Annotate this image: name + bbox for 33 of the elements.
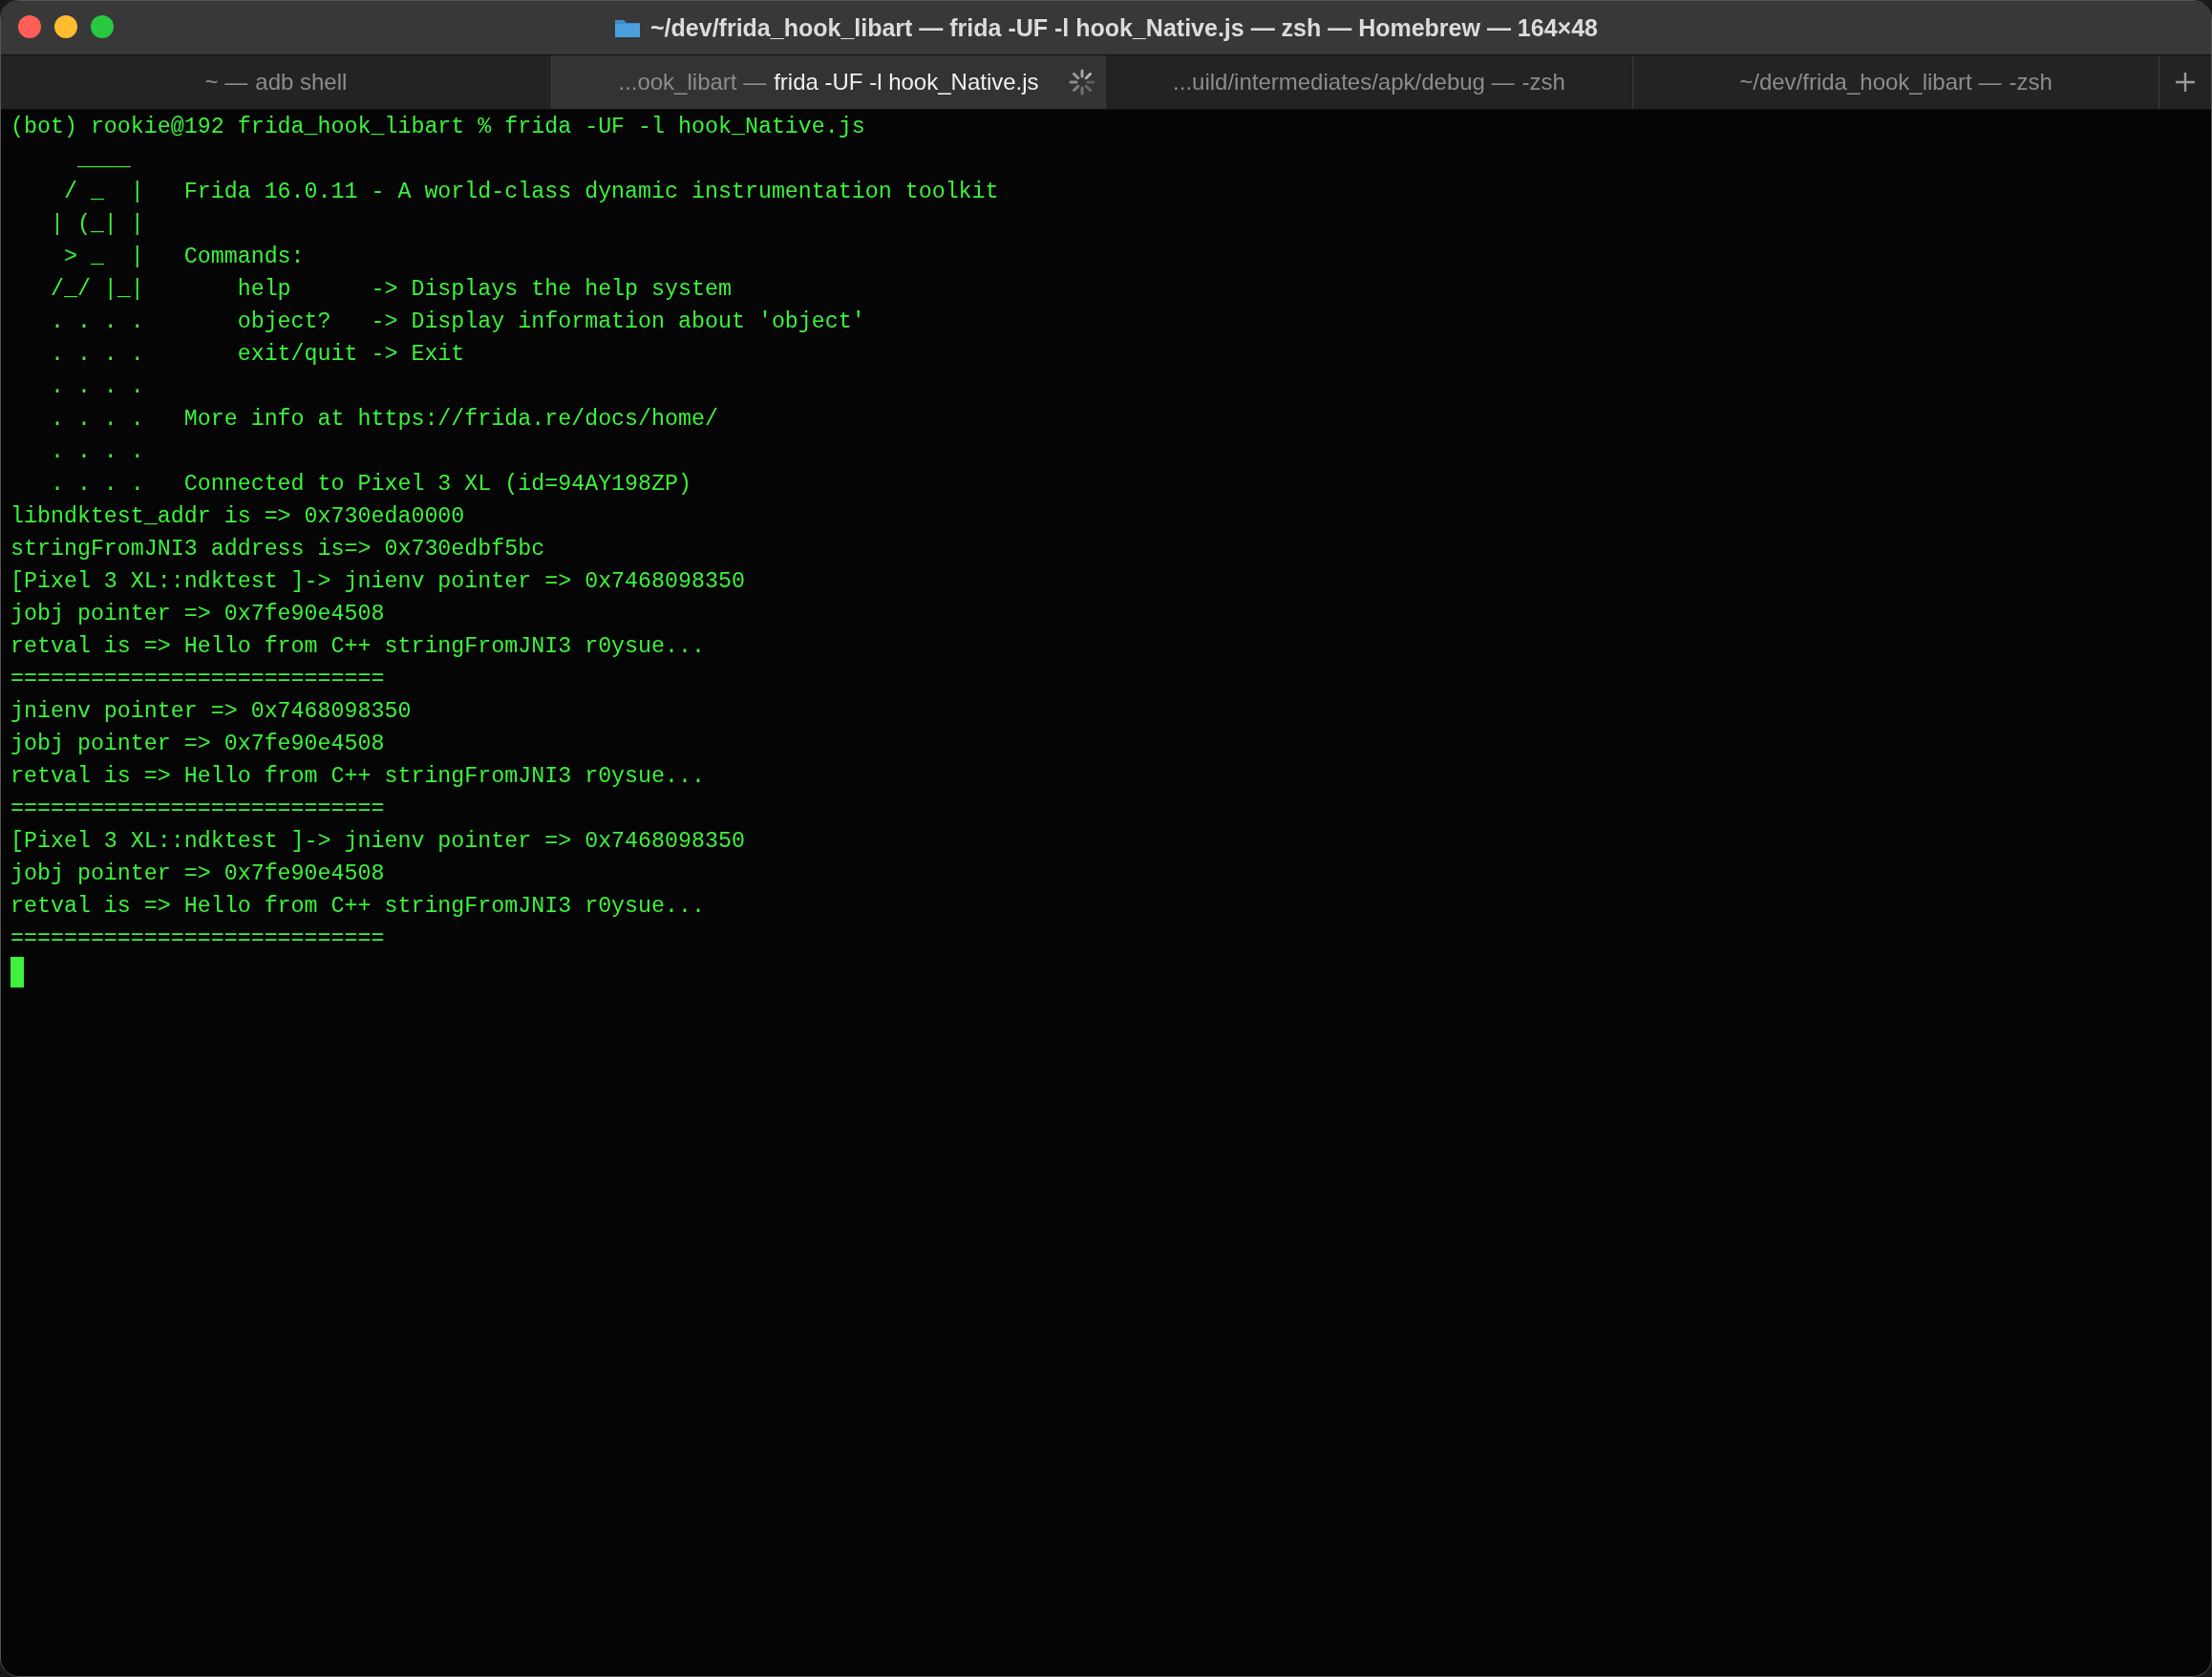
terminal-line: [Pixel 3 XL::ndktest ]-> jnienv pointer => 0x7468098350: [11, 828, 745, 856]
terminal-line: ============================: [11, 666, 385, 693]
terminal-line: jobj pointer => 0x7fe90e4508: [11, 601, 385, 628]
terminal-line: . . . .: [49, 438, 144, 466]
terminal-line: . . . . Connected to Pixel 3 XL (id=94AY198ZP): [49, 471, 691, 499]
terminal-line: . . . . object? -> Display information about 'object': [49, 308, 865, 336]
terminal-line: jobj pointer => 0x7fe90e4508: [11, 860, 385, 888]
terminal-line: . . . . More info at https://frida.re/docs/home/: [49, 406, 718, 434]
terminal-line: retval is => Hello from C++ stringFromJNI3 r0ysue...: [11, 763, 705, 791]
window-title: ~/dev/frida_hook_libart — frida -UF -l hook_Native.js — zsh — Homebrew — 164×48: [650, 13, 1598, 42]
terminal-tab[interactable]: ...ook_libart — frida -UF -l hook_Native.js: [552, 55, 1106, 109]
terminal-line: stringFromJNI3 address is=> 0x730edbf5bc: [11, 536, 545, 563]
terminal-line: libndktest_addr is => 0x730eda0000: [11, 503, 465, 531]
terminal-line: ============================: [11, 925, 385, 953]
terminal-line: /_/ |_| help -> Displays the help system: [49, 276, 732, 304]
terminal-line: [Pixel 3 XL::ndktest ]-> jnienv pointer => 0x7468098350: [11, 568, 745, 596]
terminal-line: jnienv pointer => 0x7468098350: [11, 698, 412, 726]
terminal-line: | (_| |: [49, 211, 144, 239]
close-button[interactable]: [18, 15, 41, 38]
terminal-line: > _ | Commands:: [62, 244, 305, 271]
zoom-button[interactable]: [91, 15, 114, 38]
terminal-line: retval is => Hello from C++ stringFromJNI3 r0ysue...: [11, 893, 705, 921]
terminal-line: / _ | Frida 16.0.11 - A world-class dynamic instrumentation toolkit: [62, 179, 999, 206]
minimize-button[interactable]: [54, 15, 77, 38]
terminal-line: ____: [75, 146, 131, 174]
terminal-line: jobj pointer => 0x7fe90e4508: [11, 731, 385, 758]
terminal-line: . . . .: [49, 373, 144, 401]
new-tab-icon[interactable]: [2174, 71, 2197, 94]
terminal-line: ============================: [11, 796, 385, 823]
terminal-line: . . . . exit/quit -> Exit: [49, 341, 465, 369]
folder-icon: [614, 17, 641, 38]
terminal-line: retval is => Hello from C++ stringFromJNI3 r0ysue...: [11, 633, 705, 661]
terminal-line: (bot) rookie@192 frida_hook_libart % frida -UF -l hook_Native.js: [11, 114, 865, 141]
